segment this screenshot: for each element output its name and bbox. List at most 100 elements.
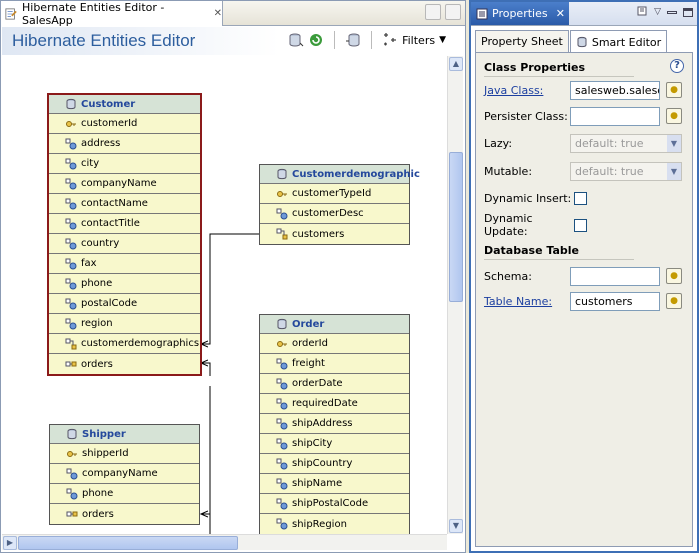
- entity-header: Shipper: [50, 425, 199, 444]
- field-label: phone: [81, 278, 113, 289]
- field-row[interactable]: shipPostalCode: [260, 494, 409, 514]
- lightbulb-icon[interactable]: ●: [666, 268, 682, 284]
- schema-field[interactable]: [570, 266, 660, 286]
- field-label: shipperId: [82, 448, 129, 459]
- field-row[interactable]: region: [49, 314, 200, 334]
- field-row[interactable]: postalCode: [49, 294, 200, 314]
- java-class-link[interactable]: Java Class:: [484, 84, 570, 97]
- tab-smart-editor[interactable]: Smart Editor: [569, 30, 668, 53]
- field-row[interactable]: shipperId: [50, 444, 199, 464]
- field-row[interactable]: orderDate: [260, 374, 409, 394]
- editor-tab[interactable]: Hibernate Entities Editor - SalesApp ✕: [1, 1, 223, 27]
- close-icon[interactable]: ✕: [556, 7, 565, 20]
- field-row[interactable]: companyName: [50, 464, 199, 484]
- scroll-thumb[interactable]: [449, 152, 463, 302]
- entity-customerdemographic[interactable]: Customerdemographic customerTypeId custo…: [259, 164, 420, 245]
- field-row[interactable]: customerTypeId: [260, 184, 409, 204]
- horizontal-scrollbar[interactable]: ◀ ▶: [2, 534, 447, 550]
- field-label: shipRegion: [292, 518, 347, 530]
- filter-icon: [384, 33, 397, 46]
- maximize-button[interactable]: [445, 4, 461, 20]
- tab-label: Smart Editor: [591, 35, 662, 49]
- table-name-field[interactable]: customers: [570, 291, 660, 311]
- dynamic-insert-label: Dynamic Insert:: [484, 191, 572, 205]
- field-row[interactable]: shipCountry: [260, 454, 409, 474]
- schema-label: Schema:: [484, 269, 532, 283]
- property-icon: [65, 158, 77, 169]
- tab-property-sheet[interactable]: Property Sheet: [475, 30, 569, 52]
- collection-icon: [66, 511, 78, 517]
- field-row[interactable]: fax: [49, 254, 200, 274]
- field-row[interactable]: companyName: [49, 174, 200, 194]
- help-icon[interactable]: ?: [670, 59, 684, 73]
- field-row[interactable]: customerdemographics: [49, 334, 200, 354]
- tab-label: Property Sheet: [481, 35, 563, 48]
- section-database-table: Database Table: [484, 242, 634, 260]
- property-icon: [276, 478, 288, 489]
- dynamic-update-checkbox[interactable]: [574, 218, 587, 232]
- maximize-icon[interactable]: [683, 7, 693, 17]
- field-row[interactable]: country: [49, 234, 200, 254]
- field-row[interactable]: orders: [49, 354, 200, 374]
- field-row[interactable]: contactName: [49, 194, 200, 214]
- table-name-row: Table Name: customers ●: [484, 290, 684, 312]
- dynamic-update-label: Dynamic Update:: [484, 212, 533, 238]
- dynamic-insert-checkbox[interactable]: [574, 191, 587, 205]
- database-icon[interactable]: [345, 32, 361, 48]
- scroll-right-icon[interactable]: ▶: [3, 536, 17, 550]
- field-row[interactable]: customerId: [49, 114, 200, 134]
- field-row[interactable]: freight: [260, 354, 409, 374]
- field-label: orders: [82, 508, 114, 520]
- field-row[interactable]: contactTitle: [49, 214, 200, 234]
- entity-header: Customerdemographic: [260, 165, 420, 184]
- persister-field[interactable]: [570, 106, 660, 126]
- scroll-thumb[interactable]: [18, 536, 238, 550]
- property-icon: [65, 178, 77, 189]
- minimize-button[interactable]: [425, 4, 441, 20]
- field-label: companyName: [82, 468, 158, 479]
- field-row[interactable]: shipName: [260, 474, 409, 494]
- scroll-up-icon[interactable]: ▲: [449, 57, 463, 71]
- lightbulb-icon[interactable]: ●: [666, 108, 682, 124]
- refresh-icon[interactable]: [308, 32, 324, 48]
- lazy-select[interactable]: default: true ▼: [570, 133, 682, 153]
- entity-icon: [67, 428, 77, 440]
- field-row[interactable]: customerDesc: [260, 204, 409, 224]
- field-row[interactable]: customers: [260, 224, 409, 244]
- field-row[interactable]: phone: [50, 484, 199, 504]
- field-row[interactable]: shipCity: [260, 434, 409, 454]
- field-row[interactable]: phone: [49, 274, 200, 294]
- field-row[interactable]: orders: [50, 504, 199, 524]
- view-menu-icon[interactable]: ▽: [654, 7, 661, 17]
- entity-order[interactable]: Order orderId freight orderDate required…: [259, 314, 410, 534]
- entity-shipper[interactable]: Shipper shipperId companyName phone orde…: [49, 424, 200, 525]
- property-icon: [65, 298, 77, 309]
- minimize-icon[interactable]: [667, 10, 677, 14]
- field-row[interactable]: shipRegion: [260, 514, 409, 534]
- diagram-canvas[interactable]: Customer customerId address city company…: [2, 56, 448, 534]
- field-label: city: [81, 158, 100, 169]
- table-name-link[interactable]: Table Name:: [484, 295, 570, 308]
- lightbulb-icon[interactable]: ●: [666, 293, 682, 309]
- field-label: phone: [82, 488, 114, 499]
- properties-icon: [476, 8, 488, 19]
- close-icon[interactable]: ✕: [214, 8, 222, 19]
- vertical-scrollbar[interactable]: ▲ ▼: [447, 56, 463, 534]
- field-row[interactable]: address: [49, 134, 200, 154]
- field-row[interactable]: shipAddress: [260, 414, 409, 434]
- field-label: orderDate: [292, 378, 343, 389]
- property-icon: [276, 378, 288, 389]
- mutable-select[interactable]: default: true ▼: [570, 161, 682, 181]
- java-class-field[interactable]: salesweb.salesdao: [570, 80, 660, 100]
- entity-customer[interactable]: Customer customerId address city company…: [47, 93, 202, 376]
- add-entity-icon[interactable]: [288, 32, 304, 48]
- dynamic-insert-row: Dynamic Insert:: [484, 187, 684, 209]
- scroll-down-icon[interactable]: ▼: [449, 519, 463, 533]
- field-row[interactable]: orderId: [260, 334, 409, 354]
- properties-tab[interactable]: Properties ✕: [471, 2, 569, 25]
- pin-icon[interactable]: [636, 6, 648, 18]
- field-row[interactable]: requiredDate: [260, 394, 409, 414]
- field-row[interactable]: city: [49, 154, 200, 174]
- filters-dropdown[interactable]: Filters ▼: [382, 32, 446, 48]
- lightbulb-icon[interactable]: ●: [666, 82, 682, 98]
